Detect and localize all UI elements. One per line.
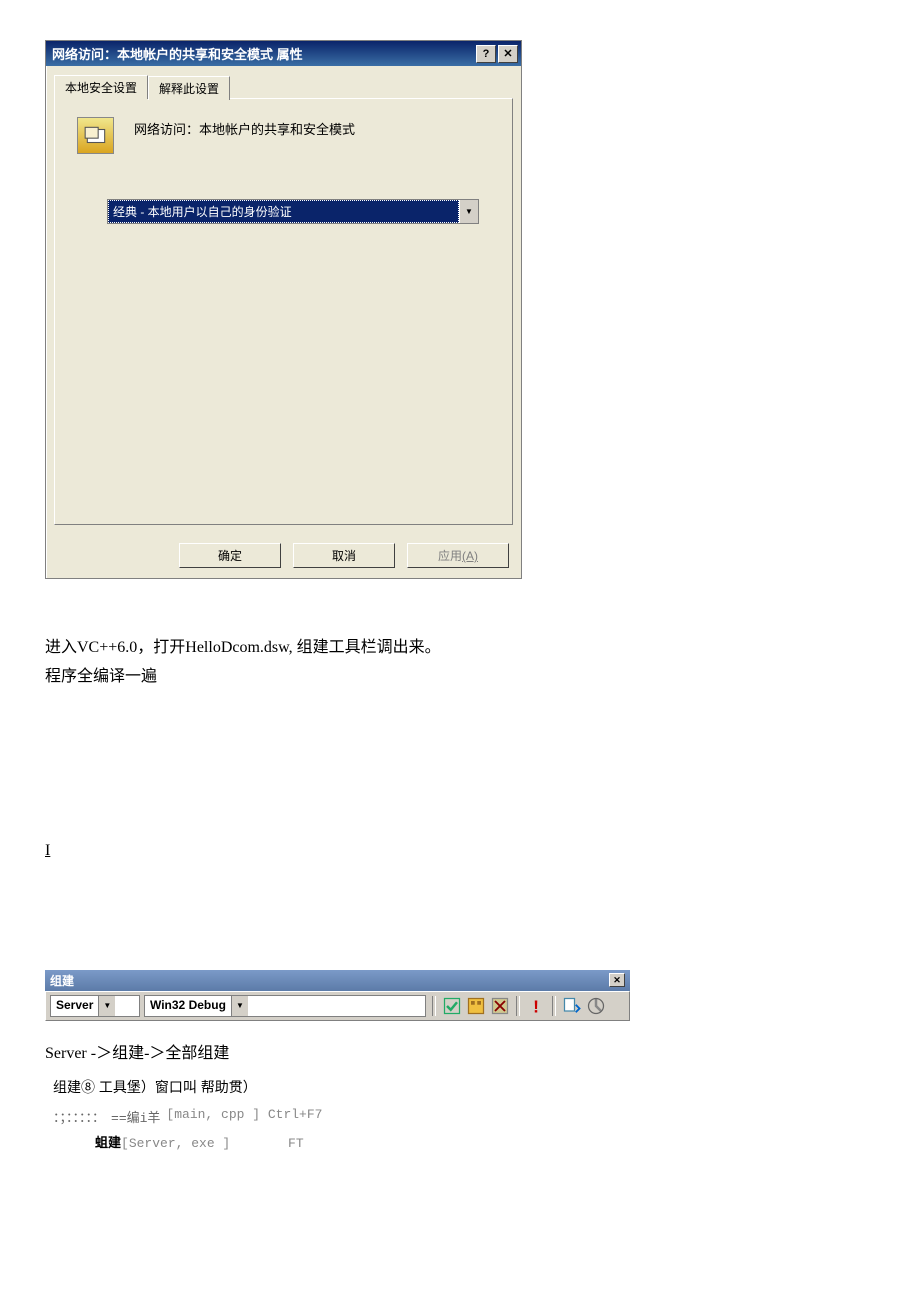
go-icon[interactable] — [562, 996, 582, 1016]
project-combo[interactable]: Server — [50, 995, 140, 1017]
titlebar: 网络访问：本地帐户的共享和安全模式 属性 ? ✕ — [46, 41, 521, 66]
stray-char: I — [45, 842, 875, 860]
svg-text:!: ! — [533, 996, 539, 1016]
combo-dropdown-icon[interactable] — [459, 200, 478, 223]
toolbar-title: 组建 — [50, 972, 74, 989]
config-combo-value: Win32 Debug — [145, 996, 231, 1016]
close-button[interactable]: ✕ — [498, 45, 518, 63]
title-text: 网络访问：本地帐户的共享和安全模式 属性 — [52, 44, 474, 63]
apply-button[interactable]: 应用(A) — [407, 543, 509, 568]
stop-build-icon[interactable] — [490, 996, 510, 1016]
tab-local-security[interactable]: 本地安全设置 — [54, 75, 148, 99]
combo-value: 经典 - 本地用户以自己的身份验证 — [108, 200, 459, 223]
tabs: 本地安全设置 解释此设置 — [54, 74, 513, 98]
project-combo-value: Server — [51, 996, 98, 1016]
separator — [516, 996, 520, 1016]
menu-build-line: 蛆建[Server, exe ] FT — [95, 1132, 875, 1151]
ok-button[interactable]: 确定 — [179, 543, 281, 568]
compile-icon[interactable] — [442, 996, 462, 1016]
menu-compile-line: ：；：：：：： ==编i羊 [main, cpp ] Ctrl+F7 — [53, 1107, 875, 1126]
toolbar-titlebar: 组建 ✕ — [45, 970, 630, 991]
config-combo[interactable]: Win32 Debug — [144, 995, 426, 1017]
nav-text: Server -＞组建-＞全部组建 — [45, 1039, 875, 1063]
body-line-2: 程序全编译一遍 — [45, 663, 875, 692]
breakpoint-icon[interactable] — [586, 996, 606, 1016]
policy-icon — [77, 117, 114, 154]
tab-explain[interactable]: 解释此设置 — [148, 76, 230, 100]
menu-text: 组建⑧ 工具堡）窗口叫 帮助贯） — [53, 1077, 875, 1097]
body-line-1: 进入VC++6.0，打开HelloDcom.dsw, 组建工具栏调出来。 — [45, 634, 875, 663]
build-toolbar-window: 组建 ✕ Server Win32 Debug — [45, 970, 630, 1021]
separator — [432, 996, 436, 1016]
chevron-down-icon[interactable] — [98, 996, 115, 1016]
separator — [552, 996, 556, 1016]
build-icon[interactable] — [466, 996, 486, 1016]
execute-icon[interactable]: ! — [526, 996, 546, 1016]
help-button[interactable]: ? — [476, 45, 496, 63]
cancel-button[interactable]: 取消 — [293, 543, 395, 568]
chevron-down-icon[interactable] — [231, 996, 248, 1016]
policy-label: 网络访问：本地帐户的共享和安全模式 — [134, 117, 355, 138]
properties-dialog: 网络访问：本地帐户的共享和安全模式 属性 ? ✕ 本地安全设置 解释此设置 网络… — [45, 40, 522, 579]
tab-content: 网络访问：本地帐户的共享和安全模式 经典 - 本地用户以自己的身份验证 — [54, 98, 513, 525]
mode-combo[interactable]: 经典 - 本地用户以自己的身份验证 — [107, 199, 479, 224]
toolbar-close-icon[interactable]: ✕ — [609, 973, 625, 987]
